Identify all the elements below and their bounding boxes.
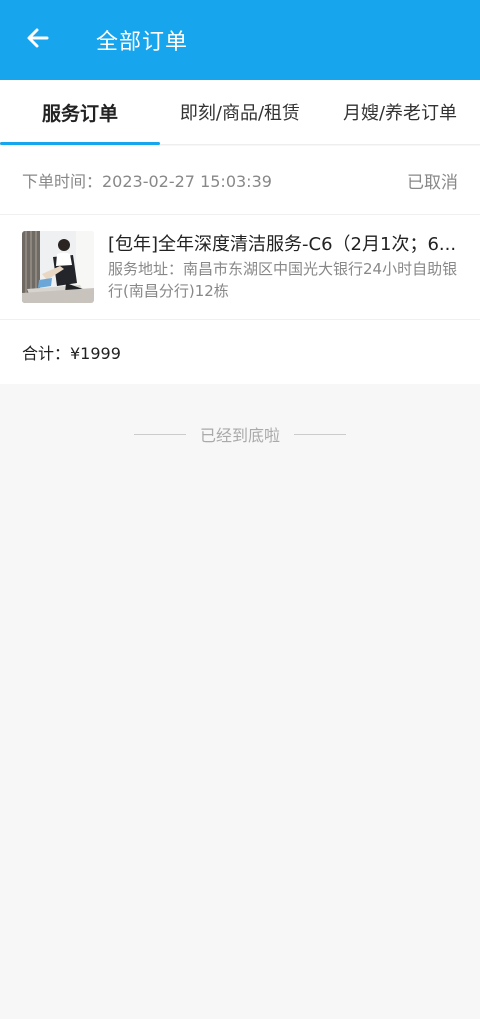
tab-label: 月嫂/养老订单 xyxy=(342,103,458,124)
end-of-list-tip: 已经到底啦 xyxy=(0,422,480,446)
order-time: 下单时间：2023-02-27 15:03:39 xyxy=(22,172,272,191)
app-root: 全部订单 服务订单 即刻/商品/租赁 月嫂/养老订单 下单时间：2023-02-… xyxy=(0,0,480,1019)
tab-label: 即刻/商品/租赁 xyxy=(179,103,301,124)
tab-label: 服务订单 xyxy=(41,102,118,125)
order-card[interactable]: 下单时间：2023-02-27 15:03:39 已取消 [包年]全年深度清洁服… xyxy=(0,146,480,384)
order-status: 已取消 xyxy=(407,172,458,193)
right-divider xyxy=(294,433,346,435)
service-address: 服务地址：南昌市东湖区中国光大银行24小时自助银行(南昌分行)12栋 xyxy=(108,259,458,300)
cleaning-service-image xyxy=(22,231,94,303)
order-meta-row: 下单时间：2023-02-27 15:03:39 已取消 xyxy=(0,146,480,215)
back-button[interactable] xyxy=(8,10,68,70)
order-tabs: 服务订单 即刻/商品/租赁 月嫂/养老订单 xyxy=(0,80,480,145)
left-divider xyxy=(133,433,186,435)
tab-maternity-elderly-orders[interactable]: 月嫂/养老订单 xyxy=(320,80,480,144)
tab-instant-goods-rental[interactable]: 即刻/商品/租赁 xyxy=(160,80,320,144)
order-item-text: [包年]全年深度清洁服务-C6（2月1次；6... 服务地址：南昌市东湖区中国光… xyxy=(108,233,458,302)
order-item[interactable]: [包年]全年深度清洁服务-C6（2月1次；6... 服务地址：南昌市东湖区中国光… xyxy=(0,215,480,320)
service-title: [包年]全年深度清洁服务-C6（2月1次；6... xyxy=(108,233,457,255)
end-of-list-text: 已经到底啦 xyxy=(199,426,280,445)
total-text: 合计：¥1999 xyxy=(22,344,121,363)
order-total: 合计：¥1999 xyxy=(0,320,480,384)
active-tab-indicator xyxy=(0,142,160,145)
back-arrow-icon xyxy=(25,25,51,55)
tab-service-orders[interactable]: 服务订单 xyxy=(0,80,160,144)
page-title: 全部订单 xyxy=(96,30,189,55)
service-thumbnail xyxy=(22,231,94,303)
top-header: 全部订单 xyxy=(0,0,480,80)
